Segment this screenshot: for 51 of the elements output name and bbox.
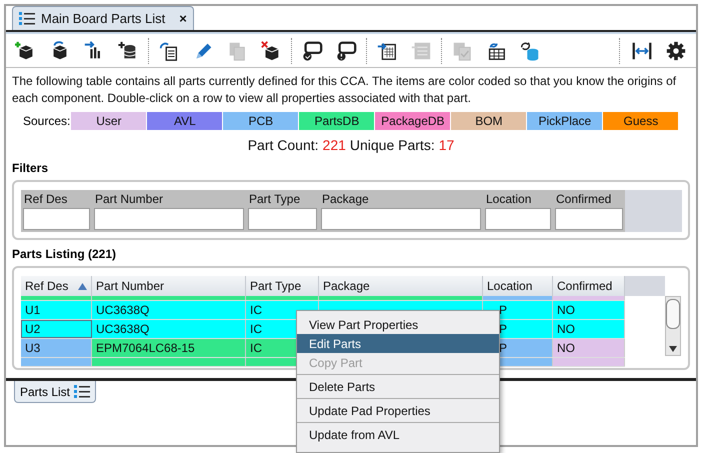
description-text: The following table contains all parts currently defined for this CCA. The items are color coded so that you know the origins of each component. Double-click on a row to view all properties associated with that part. (11, 73, 678, 107)
filter-label: Part Number (94, 191, 164, 208)
scroll-down-arrow-icon[interactable] (669, 346, 677, 352)
table-cell: EPM7064LC68-15 (92, 339, 246, 357)
source-legend-chip: PickPlace (527, 112, 602, 130)
part-count-label: Part Count: (248, 136, 319, 155)
filter-field[interactable] (555, 208, 623, 230)
filter-field[interactable] (94, 208, 244, 230)
filter-label: Location (485, 191, 532, 208)
filter-label: Package (321, 191, 370, 208)
filter-label: Confirmed (555, 191, 612, 208)
source-legend-chip: PCB (223, 112, 298, 130)
table-cell: UC3638Q (92, 301, 246, 319)
source-legend-chip: Guess (603, 112, 678, 130)
section-title: Parts Listing (221) (11, 246, 118, 263)
menu-item[interactable]: Update from AVL (297, 425, 499, 444)
close-button[interactable]: × (179, 8, 187, 28)
menu-item[interactable]: Update Pad Properties (297, 401, 499, 420)
menu-item[interactable]: Edit Parts (297, 334, 499, 353)
table-cell: NO (553, 301, 625, 319)
filter-field[interactable] (248, 208, 317, 230)
table-cell: U1 (21, 301, 92, 319)
table-cell: NO (553, 339, 625, 357)
source-legend-chip: PartsDB (299, 112, 374, 130)
table-cell: UC3638Q (92, 320, 246, 338)
source-legend-chip: BOM (451, 112, 526, 130)
filter-label: Part Type (248, 191, 302, 208)
document-tab[interactable]: Main Board Parts List × (12, 6, 194, 30)
filter-field[interactable] (321, 208, 481, 230)
menu-item[interactable]: Delete Parts (297, 377, 499, 396)
header-filler (625, 276, 665, 296)
section-title: Filters (11, 160, 50, 177)
filter-field[interactable] (23, 208, 90, 230)
list-icon (19, 12, 35, 26)
table-cell: U3 (21, 339, 92, 357)
table-cell: U2 (21, 320, 92, 338)
list-icon (74, 384, 90, 398)
unique-parts-label: Unique Parts: (350, 136, 435, 155)
scrollbar[interactable] (665, 296, 681, 356)
filter-label: Ref Des (23, 191, 68, 208)
tab-title: Main Board Parts List (41, 10, 166, 28)
table-cell: NO (553, 320, 625, 338)
unique-parts-value: 17 (438, 136, 454, 155)
source-legend-chip: PackageDB (375, 112, 450, 130)
source-legend-chip: User (71, 112, 146, 130)
bottom-tab[interactable]: Parts List (14, 381, 96, 403)
sources-label: Sources: (23, 113, 70, 130)
source-legend-chip: AVL (147, 112, 222, 130)
part-count-value: 221 (322, 136, 346, 155)
scroll-thumb[interactable] (666, 299, 680, 329)
filter-field[interactable] (485, 208, 551, 230)
